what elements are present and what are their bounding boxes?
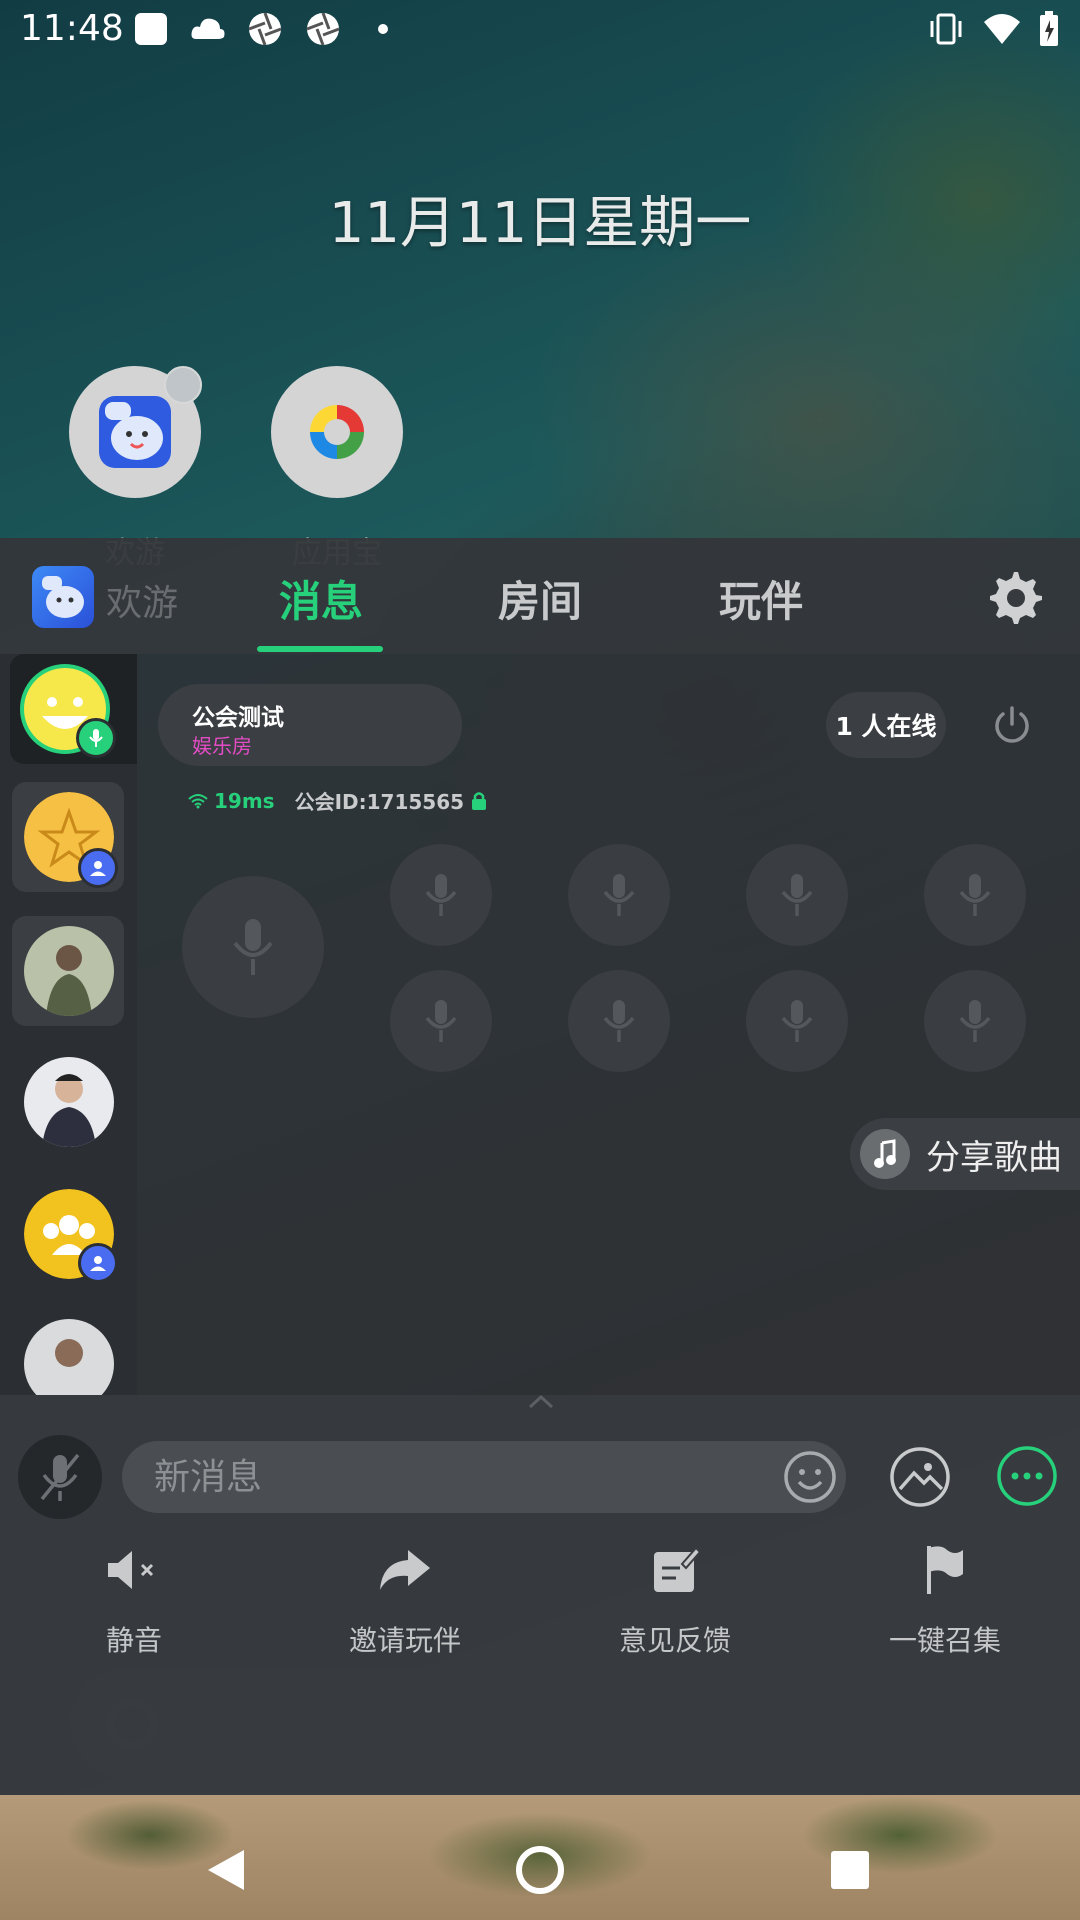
flag-icon — [927, 1546, 963, 1594]
status-bar: 11:48 — [0, 0, 1080, 62]
aperture-icon — [304, 10, 342, 48]
mic-seat[interactable] — [746, 844, 848, 946]
huanyou-logo-icon[interactable] — [32, 566, 94, 628]
aperture-icon — [246, 10, 284, 48]
cloud-icon — [188, 10, 226, 48]
mic-icon — [781, 1000, 813, 1042]
room-item[interactable] — [12, 1309, 124, 1395]
host-mic-seat[interactable] — [182, 876, 324, 1018]
tab-messages[interactable]: 消息 — [279, 568, 363, 629]
avatar — [24, 1057, 114, 1147]
active-tab-indicator — [257, 646, 383, 652]
group-badge-icon — [78, 1243, 118, 1283]
back-triangle-icon — [208, 1850, 244, 1890]
mic-icon — [959, 1000, 991, 1042]
notification-dot — [164, 366, 202, 404]
dot-icon — [364, 10, 402, 48]
app-yingyongbao-icon[interactable] — [271, 366, 403, 498]
room-item[interactable] — [12, 916, 124, 1026]
mute-action[interactable]: 静音 — [44, 1535, 224, 1659]
tab-bar: 欢游 消息 房间 玩伴 — [0, 538, 1080, 654]
feedback-action[interactable]: 意见反馈 — [585, 1535, 765, 1659]
mic-icon — [233, 919, 273, 975]
invite-label: 邀请玩伴 — [348, 1624, 461, 1657]
mic-icon — [425, 1000, 457, 1042]
power-icon[interactable] — [990, 704, 1034, 748]
room-list-rail — [0, 654, 137, 1395]
rally-label: 一键召集 — [888, 1624, 1001, 1657]
mute-icon — [108, 1551, 154, 1589]
navigation-bar — [0, 1810, 1080, 1920]
music-note-icon — [860, 1129, 910, 1179]
mic-seat[interactable] — [924, 970, 1026, 1072]
mute-label: 静音 — [105, 1624, 162, 1657]
emoji-icon[interactable] — [782, 1449, 838, 1505]
back-button[interactable] — [196, 1840, 256, 1900]
mic-seat[interactable] — [390, 844, 492, 946]
mic-off-icon — [40, 1453, 80, 1501]
mic-icon — [959, 874, 991, 916]
home-button[interactable] — [510, 1840, 570, 1900]
rally-action[interactable]: 一键召集 — [855, 1535, 1035, 1659]
room-item[interactable] — [12, 782, 124, 892]
message-input[interactable] — [122, 1441, 846, 1513]
mic-icon — [425, 874, 457, 916]
tab-rooms[interactable]: 房间 — [498, 568, 582, 629]
more-icon[interactable] — [996, 1445, 1058, 1507]
share-song-label: 分享歌曲 — [926, 1137, 1062, 1178]
mic-icon — [603, 1000, 635, 1042]
home-circle-icon — [516, 1846, 564, 1894]
share-arrow-icon — [380, 1550, 430, 1590]
guild-id-text: 公会ID:1715565 — [294, 790, 465, 814]
share-song-button[interactable]: 分享歌曲 — [850, 1118, 1080, 1190]
wifi-signal-icon — [188, 793, 208, 808]
mic-icon — [781, 874, 813, 916]
mic-seat[interactable] — [568, 844, 670, 946]
feedback-icon — [654, 1546, 700, 1592]
logo-text: 欢游 — [106, 583, 179, 624]
tab-companions[interactable]: 玩伴 — [719, 568, 803, 629]
room-item[interactable] — [12, 1047, 124, 1157]
online-count[interactable]: 1 人在线 — [826, 692, 946, 758]
room-name: 公会测试 — [192, 705, 284, 731]
battery-icon — [1030, 10, 1068, 48]
status-time: 11:48 — [20, 8, 124, 49]
vibrate-icon — [926, 10, 964, 48]
room-title-pill[interactable]: 公会测试 娱乐房 — [158, 684, 462, 766]
room-item-active[interactable] — [10, 654, 137, 764]
voice-room-panel: 欢游 消息 房间 玩伴 公会测试 娱乐房 19ms 公会ID:1715565 1… — [0, 538, 1080, 1795]
recents-button[interactable] — [820, 1840, 880, 1900]
chevron-up-icon[interactable] — [526, 1391, 556, 1411]
image-icon[interactable] — [888, 1445, 952, 1509]
group-badge-icon — [78, 848, 118, 888]
ping-text: 19ms — [214, 788, 275, 813]
notification-square-icon — [132, 10, 170, 48]
lock-icon — [472, 791, 487, 810]
room-item[interactable] — [12, 1179, 124, 1289]
mic-seat[interactable] — [568, 970, 670, 1072]
wifi-icon — [982, 10, 1020, 48]
mic-icon — [603, 874, 635, 916]
avatar — [24, 926, 114, 1016]
recents-square-icon — [831, 1851, 869, 1889]
mic-seat[interactable] — [924, 844, 1026, 946]
mic-seat[interactable] — [746, 970, 848, 1072]
gear-icon[interactable] — [988, 570, 1044, 626]
room-meta: 19ms 公会ID:1715565 — [188, 786, 488, 815]
feedback-label: 意见反馈 — [618, 1624, 731, 1657]
home-date: 11月11日星期一 — [328, 191, 752, 256]
room-type: 娱乐房 — [192, 734, 252, 758]
bottom-action-area: 静音 邀请玩伴 意见反馈 一键召集 — [0, 1394, 1080, 1795]
mic-seat[interactable] — [390, 970, 492, 1072]
avatar — [24, 1319, 114, 1395]
mic-off-button[interactable] — [18, 1435, 102, 1519]
mic-badge-icon — [76, 718, 116, 758]
invite-action[interactable]: 邀请玩伴 — [315, 1535, 495, 1659]
